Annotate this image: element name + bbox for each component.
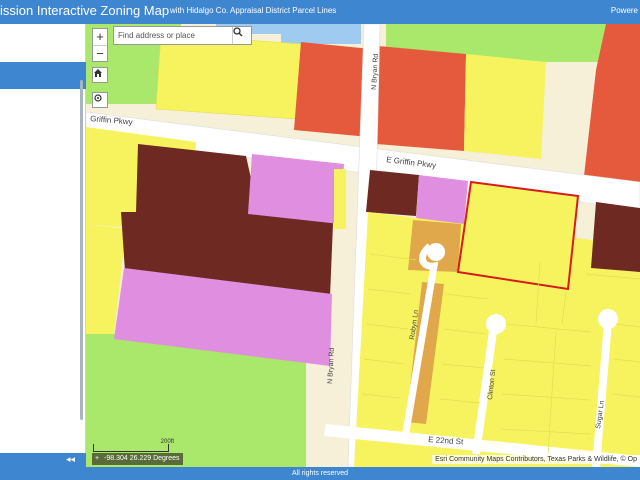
scale-bar: 200ft: [93, 439, 174, 452]
coordinate-text: -98.304 26.229 Degrees: [104, 455, 180, 462]
zone-residential-parcel[interactable]: [334, 169, 346, 229]
zoning-map-canvas[interactable]: Griffin Pkwy E Griffin Pkwy N Bryan Rd N…: [86, 24, 640, 467]
zoom-out-button[interactable]: −: [93, 45, 107, 61]
zone-residential-parcel[interactable]: [464, 54, 546, 159]
scale-label: 200ft: [160, 439, 174, 445]
zone-residential-parcel[interactable]: [155, 33, 302, 120]
app-subtitle: with Hidalgo Co. Appraisal District Parc…: [170, 6, 337, 15]
powered-by-link[interactable]: Powere: [611, 6, 638, 15]
app-header: ission Interactive Zoning Map with Hidal…: [0, 0, 640, 24]
map-view[interactable]: Griffin Pkwy E Griffin Pkwy N Bryan Rd N…: [86, 24, 640, 467]
collapse-panel-button[interactable]: ◂◂: [66, 454, 75, 465]
side-panel-header: [0, 64, 86, 89]
search-input[interactable]: [114, 27, 233, 44]
side-panel-footer: ◂◂: [0, 453, 86, 467]
robyn-lane-cul-de-sac: [427, 243, 445, 261]
sugar-lane-cul-de-sac: [598, 309, 618, 329]
footer-rights: All rights reserved: [291, 470, 349, 477]
coordinate-readout: + -98.304 26.229 Degrees: [92, 453, 183, 465]
zone-industrial-parcel[interactable]: [591, 202, 640, 272]
map-attribution: Esri Community Maps Contributors, Texas …: [432, 455, 640, 464]
selected-parcel-highlight[interactable]: [456, 180, 580, 291]
search-button[interactable]: [232, 27, 251, 44]
coordinate-toggle-button[interactable]: +: [95, 455, 99, 462]
zone-institutional-parcel[interactable]: [248, 154, 344, 224]
app: ission Interactive Zoning Map with Hidal…: [0, 0, 640, 480]
side-panel: ◂◂: [0, 24, 86, 467]
app-title: ission Interactive Zoning Map: [0, 3, 170, 18]
zone-institutional-parcel[interactable]: [416, 175, 468, 224]
zone-water-area: [281, 24, 361, 44]
zone-commercial-parcel[interactable]: [294, 42, 371, 137]
home-button[interactable]: [92, 67, 108, 83]
zoom-control: + −: [92, 28, 108, 62]
search-widget: [113, 26, 252, 45]
app-footer: All rights reserved: [0, 467, 640, 480]
zoom-in-button[interactable]: +: [93, 29, 107, 45]
side-panel-scrollbar[interactable]: [80, 80, 83, 420]
clinton-street-cul-de-sac: [486, 314, 506, 334]
zone-commercial-parcel[interactable]: [376, 46, 466, 151]
locate-button[interactable]: [92, 92, 108, 108]
zone-industrial-parcel[interactable]: [366, 170, 419, 216]
